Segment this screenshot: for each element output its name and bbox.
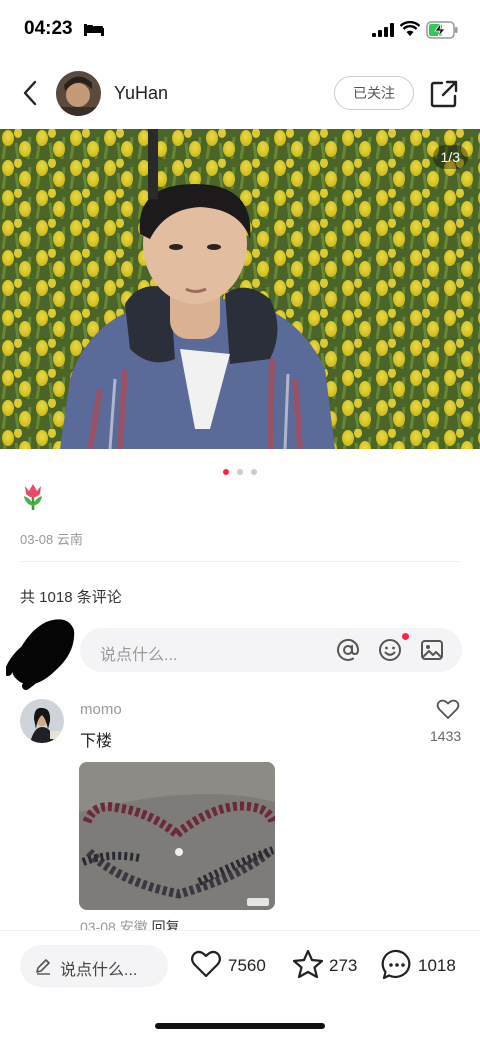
comment-total-count: 1018 — [418, 956, 456, 975]
author-avatar[interactable] — [56, 71, 101, 116]
notification-dot — [402, 633, 409, 640]
post-location: 云南 — [56, 532, 83, 547]
commenter-name[interactable]: momo — [80, 701, 122, 718]
wifi-icon — [400, 21, 420, 36]
back-icon[interactable] — [16, 78, 46, 108]
home-indicator — [155, 1023, 325, 1029]
photo-counter: 1/3 — [432, 145, 468, 169]
divider — [20, 561, 460, 562]
post-header: YuHan 已关注 — [0, 64, 480, 124]
post-date: 03-08 — [20, 532, 54, 547]
comment-icon[interactable] — [381, 949, 413, 981]
post-meta: 03-08 云南 — [20, 529, 83, 548]
comment-image[interactable] — [79, 762, 275, 910]
status-bar: 04:23 — [0, 0, 480, 60]
star-icon[interactable] — [292, 949, 324, 979]
bottom-comment-input[interactable]: 说点什么... — [20, 945, 168, 987]
comment-like-count: 1433 — [430, 728, 462, 744]
post-photo[interactable]: 1/3 — [0, 129, 480, 449]
bottom-input-placeholder: 说点什么... — [60, 962, 138, 979]
like-icon[interactable] — [190, 949, 222, 979]
pencil-icon — [36, 959, 50, 975]
comment-text: 下楼 — [80, 733, 113, 750]
battery-charging-icon — [426, 21, 458, 39]
sleep-mode-icon — [84, 24, 104, 36]
mention-icon[interactable] — [336, 638, 360, 662]
star-count: 273 — [329, 956, 358, 975]
tulip-emoji-icon — [24, 484, 42, 510]
emoji-icon[interactable] — [378, 638, 402, 662]
carousel-dot-3[interactable] — [251, 469, 258, 475]
redacted-avatar — [6, 619, 75, 690]
comment-input[interactable]: 说点什么... — [80, 628, 462, 672]
share-icon[interactable] — [428, 78, 460, 110]
image-icon[interactable] — [420, 638, 444, 662]
comment-count: 共 1018 条评论 — [20, 589, 122, 606]
status-time: 04:23 — [24, 18, 73, 39]
bottom-action-bar: 说点什么... 7560 273 1018 — [0, 930, 480, 1039]
carousel-dot-2[interactable] — [237, 469, 243, 475]
author-username[interactable]: YuHan — [114, 83, 168, 104]
comment-input-placeholder: 说点什么... — [100, 647, 178, 664]
post-caption — [20, 482, 46, 517]
carousel-indicator — [0, 462, 480, 480]
commenter-avatar[interactable] — [20, 699, 64, 743]
carousel-dot-1[interactable] — [222, 469, 229, 475]
signal-icon — [372, 23, 394, 37]
post-photo-image — [0, 129, 480, 449]
like-count: 7560 — [228, 956, 266, 975]
comment-like-icon[interactable] — [436, 698, 460, 720]
follow-button[interactable]: 已关注 — [334, 76, 414, 110]
